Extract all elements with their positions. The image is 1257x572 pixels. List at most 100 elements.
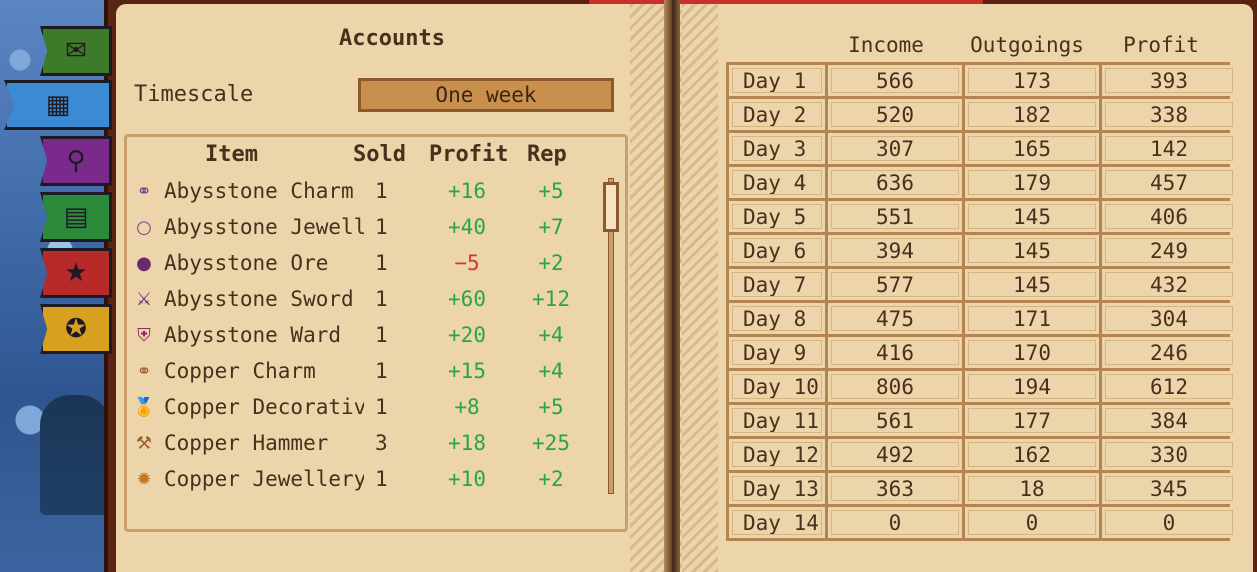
stars-icon: ★ bbox=[64, 258, 88, 288]
day-label: Day 8 bbox=[729, 303, 825, 334]
rep-column-header: Rep bbox=[527, 142, 567, 167]
day-outgoings: 171 bbox=[965, 303, 1099, 334]
item-row[interactable]: ⚭ Abysstone Charm 1 +16 +5 bbox=[132, 174, 602, 208]
day-profit: 304 bbox=[1102, 303, 1236, 334]
day-outgoings: 145 bbox=[965, 269, 1099, 300]
day-income: 806 bbox=[828, 371, 962, 402]
item-profit: +20 bbox=[448, 323, 486, 347]
day-outgoings: 177 bbox=[965, 405, 1099, 436]
day-label: Day 9 bbox=[729, 337, 825, 368]
day-label: Day 2 bbox=[729, 99, 825, 130]
item-name: Copper Charm bbox=[164, 359, 316, 383]
item-name: Abysstone Sword bbox=[164, 287, 354, 311]
day-profit: 406 bbox=[1102, 201, 1236, 232]
book-spine bbox=[664, 0, 680, 572]
day-label: Day 1 bbox=[729, 65, 825, 96]
item-row[interactable]: 🏅 Copper Decorative 1 +8 +5 bbox=[132, 390, 602, 424]
item-sold: 1 bbox=[375, 251, 388, 275]
envelope-icon: ✉ bbox=[65, 36, 87, 66]
income-column-header: Income bbox=[848, 33, 924, 57]
item-profit: +15 bbox=[448, 359, 486, 383]
item-row[interactable]: ✹ Copper Jewellery 1 +10 +2 bbox=[132, 462, 602, 496]
item-sold: 1 bbox=[375, 323, 388, 347]
day-profit: 457 bbox=[1102, 167, 1236, 198]
item-rep: +2 bbox=[538, 251, 564, 275]
day-outgoings: 165 bbox=[965, 133, 1099, 164]
sold-column-header: Sold bbox=[353, 142, 406, 167]
item-row[interactable]: ○ Abysstone Jewell… 1 +40 +7 bbox=[132, 210, 602, 244]
item-profit: +10 bbox=[448, 467, 486, 491]
day-label: Day 4 bbox=[729, 167, 825, 198]
day-outgoings: 170 bbox=[965, 337, 1099, 368]
tab-customers[interactable]: ⚲ bbox=[40, 136, 112, 186]
day-label: Day 11 bbox=[729, 405, 825, 436]
jewellery-icon: ○ bbox=[136, 216, 152, 238]
day-label: Day 3 bbox=[729, 133, 825, 164]
tab-accounts[interactable]: ▦ bbox=[4, 80, 112, 130]
day-profit: 0 bbox=[1102, 507, 1236, 538]
day-label: Day 10 bbox=[729, 371, 825, 402]
hammer-icon: ⚒ bbox=[135, 432, 153, 454]
day-label: Day 13 bbox=[729, 473, 825, 504]
item-row[interactable]: ⛨ Abysstone Ward 1 +20 +4 bbox=[132, 318, 602, 352]
day-profit: 330 bbox=[1102, 439, 1236, 470]
day-income: 0 bbox=[828, 507, 962, 538]
right-page-edge bbox=[682, 4, 722, 572]
day-profit: 142 bbox=[1102, 133, 1236, 164]
outgoings-column-header: Outgoings bbox=[970, 33, 1084, 57]
day-profit: 338 bbox=[1102, 99, 1236, 130]
day-outgoings: 179 bbox=[965, 167, 1099, 198]
day-outgoings: 194 bbox=[965, 371, 1099, 402]
tab-schedule[interactable]: ▤ bbox=[40, 192, 112, 242]
item-row[interactable]: ● Abysstone Ore 1 −5 +2 bbox=[132, 246, 602, 280]
item-row[interactable]: ⚒ Copper Hammer 3 +18 +25 bbox=[132, 426, 602, 460]
item-row[interactable]: ⚔ Abysstone Sword 1 +60 +12 bbox=[132, 282, 602, 316]
item-name: Abysstone Jewell… bbox=[164, 215, 364, 239]
day-outgoings: 162 bbox=[965, 439, 1099, 470]
day-label: Day 7 bbox=[729, 269, 825, 300]
day-income: 475 bbox=[828, 303, 962, 334]
day-income: 561 bbox=[828, 405, 962, 436]
day-income: 394 bbox=[828, 235, 962, 266]
profit-column-header-right: Profit bbox=[1123, 33, 1199, 57]
charm-icon: ⚭ bbox=[136, 360, 152, 382]
item-name: Abysstone Ward bbox=[164, 323, 342, 347]
medal-icon: 🏅 bbox=[132, 396, 156, 418]
item-column-header: Item bbox=[205, 142, 258, 167]
tab-envelope[interactable]: ✉ bbox=[40, 26, 112, 76]
day-profit: 246 bbox=[1102, 337, 1236, 368]
item-rep: +5 bbox=[538, 395, 564, 419]
day-income: 636 bbox=[828, 167, 962, 198]
day-profit: 612 bbox=[1102, 371, 1236, 402]
abacus-icon: ▦ bbox=[45, 90, 71, 120]
day-profit: 432 bbox=[1102, 269, 1236, 300]
magnifier-icon: ⚲ bbox=[66, 146, 86, 176]
item-sold: 1 bbox=[375, 179, 388, 203]
day-label: Day 6 bbox=[729, 235, 825, 266]
day-outgoings: 173 bbox=[965, 65, 1099, 96]
scrollbar-thumb[interactable] bbox=[603, 182, 619, 232]
day-label: Day 12 bbox=[729, 439, 825, 470]
tab-ratings[interactable]: ★ bbox=[40, 248, 112, 298]
ribbon-icon: ✪ bbox=[65, 314, 87, 344]
ore-icon: ● bbox=[136, 252, 152, 274]
day-outgoings: 145 bbox=[965, 235, 1099, 266]
timescale-dropdown[interactable]: One week bbox=[356, 76, 616, 114]
day-income: 416 bbox=[828, 337, 962, 368]
item-name: Copper Decorative bbox=[164, 395, 364, 419]
day-outgoings: 145 bbox=[965, 201, 1099, 232]
item-row[interactable]: ⚭ Copper Charm 1 +15 +4 bbox=[132, 354, 602, 388]
tab-awards[interactable]: ✪ bbox=[40, 304, 112, 354]
item-sold: 1 bbox=[375, 395, 388, 419]
day-income: 520 bbox=[828, 99, 962, 130]
item-profit: +40 bbox=[448, 215, 486, 239]
item-profit: +18 bbox=[448, 431, 486, 455]
world-structure bbox=[40, 395, 110, 515]
page-title: Accounts bbox=[339, 26, 445, 51]
day-label: Day 5 bbox=[729, 201, 825, 232]
item-profit: +60 bbox=[448, 287, 486, 311]
sword-icon: ⚔ bbox=[135, 288, 153, 310]
day-income: 307 bbox=[828, 133, 962, 164]
item-rep: +12 bbox=[532, 287, 570, 311]
item-name: Abysstone Ore bbox=[164, 251, 329, 275]
